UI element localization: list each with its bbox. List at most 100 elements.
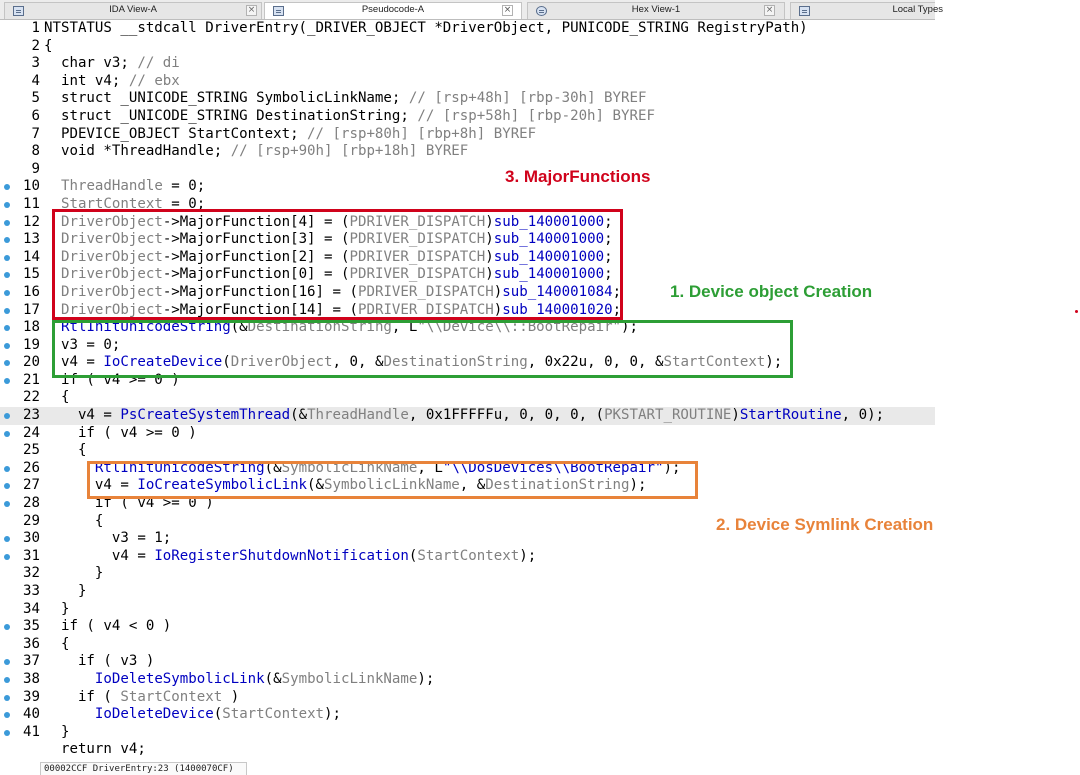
breakpoint-dot-icon[interactable] — [4, 289, 10, 296]
breakpoint-dot-icon[interactable] — [4, 712, 10, 719]
code-line[interactable]: 40 IoDeleteDevice(StartContext); — [0, 706, 935, 724]
code-line[interactable]: return v4; — [0, 741, 935, 759]
code-line[interactable]: 38 IoDeleteSymbolicLink(&SymbolicLinkNam… — [0, 671, 935, 689]
code-line[interactable]: 33 } — [0, 583, 935, 601]
breakpoint-dot-icon[interactable] — [4, 184, 10, 191]
code-line[interactable]: 9 — [0, 161, 935, 179]
code-line[interactable]: 18 RtlInitUnicodeString(&DestinationStri… — [0, 319, 935, 337]
breakpoint-dot-icon[interactable] — [4, 219, 10, 226]
code-line[interactable]: 21 if ( v4 >= 0 ) — [0, 372, 935, 390]
code-text: v4 = IoRegisterShutdownNotification(Star… — [44, 548, 536, 566]
code-text: if ( v4 >= 0 ) — [44, 495, 214, 513]
code-line[interactable]: 26 RtlInitUnicodeString(&SymbolicLinkNam… — [0, 460, 935, 478]
code-text: if ( v4 >= 0 ) — [44, 425, 197, 443]
code-token: PDEVICE_OBJECT StartContext; — [44, 125, 308, 142]
code-line[interactable]: 11 StartContext = 0; — [0, 196, 935, 214]
breakpoint-dot-icon[interactable] — [4, 307, 10, 314]
tab-local-types[interactable]: Local Types — [790, 2, 943, 19]
breakpoint-dot-icon[interactable] — [4, 325, 10, 332]
code-line[interactable]: 6 struct _UNICODE_STRING DestinationStri… — [0, 108, 935, 126]
breakpoint-dot-icon[interactable] — [4, 729, 10, 736]
pseudocode-view[interactable]: 1 NTSTATUS __stdcall DriverEntry(_DRIVER_… — [0, 20, 935, 763]
code-token: StartRoutine — [739, 407, 842, 424]
code-text: { — [44, 442, 87, 460]
breakpoint-dot-icon[interactable] — [4, 676, 10, 683]
code-line[interactable]: 24 if ( v4 >= 0 ) — [0, 425, 935, 443]
code-token: char v3; — [44, 55, 138, 72]
breakpoint-dot-icon[interactable] — [4, 237, 10, 244]
code-text: } — [44, 583, 87, 601]
code-line[interactable]: 25 { — [0, 442, 935, 460]
device-object-annotation: 1. Device object Creation — [670, 282, 873, 301]
code-token: , 0x22u, 0, 0, & — [527, 354, 664, 371]
tab-pseudocode-a[interactable]: Pseudocode-A × — [264, 2, 522, 19]
code-line[interactable]: 19 v3 = 0; — [0, 337, 935, 355]
breakpoint-dot-icon[interactable] — [4, 360, 10, 367]
code-line[interactable]: 5 struct _UNICODE_STRING SymbolicLinkNam… — [0, 90, 935, 108]
code-line[interactable]: 7 PDEVICE_OBJECT StartContext; // [rsp+8… — [0, 126, 935, 144]
code-line[interactable]: 31 v4 = IoRegisterShutdownNotification(S… — [0, 548, 935, 566]
code-line[interactable]: 32 } — [0, 565, 935, 583]
breakpoint-dot-icon[interactable] — [4, 694, 10, 701]
code-token: , L — [417, 459, 443, 476]
code-line[interactable]: 14 DriverObject->MajorFunction[2] = (PDR… — [0, 249, 935, 267]
code-token: DriverObject — [60, 301, 163, 318]
code-line[interactable]: 28 if ( v4 >= 0 ) — [0, 495, 935, 513]
code-line[interactable]: 2{ — [0, 38, 935, 56]
code-line[interactable]: 22 { — [0, 389, 935, 407]
close-icon[interactable]: × — [246, 5, 257, 16]
code-line[interactable]: 17 DriverObject->MajorFunction[14] = (PD… — [0, 302, 935, 320]
code-line[interactable]: 34 } — [0, 601, 935, 619]
code-line[interactable]: 27 v4 = IoCreateSymbolicLink(&SymbolicLi… — [0, 477, 935, 495]
code-token: (& — [230, 319, 248, 336]
code-token: = 0; — [162, 195, 206, 212]
status-bar: 00002CCF DriverEntry:23 (1400070CF) — [40, 762, 247, 775]
code-text: DriverObject->MajorFunction[14] = (PDRIV… — [44, 302, 621, 320]
breakpoint-dot-icon[interactable] — [4, 430, 10, 437]
code-line[interactable]: 1 NTSTATUS __stdcall DriverEntry(_DRIVER_… — [0, 20, 935, 38]
code-line[interactable]: 3 char v3; // di — [0, 55, 935, 73]
code-line[interactable]: 36 { — [0, 636, 935, 654]
code-text: DriverObject->MajorFunction[0] = (PDRIVE… — [44, 266, 613, 284]
code-line[interactable]: 23 v4 = PsCreateSystemThread(&ThreadHand… — [0, 407, 935, 425]
breakpoint-dot-icon[interactable] — [4, 342, 10, 349]
code-token: ThreadHandle — [60, 178, 163, 195]
breakpoint-dot-icon[interactable] — [4, 659, 10, 666]
breakpoint-dot-icon[interactable] — [4, 501, 10, 508]
breakpoint-dot-icon[interactable] — [4, 624, 10, 631]
code-token: struct _UNICODE_STRING SymbolicLinkName; — [44, 90, 409, 107]
code-token: ); — [621, 319, 639, 336]
breakpoint-dot-icon[interactable] — [4, 272, 10, 279]
breakpoint-dot-icon[interactable] — [4, 553, 10, 560]
line-number: 36 — [23, 635, 40, 652]
breakpoint-dot-icon[interactable] — [4, 483, 10, 490]
code-line[interactable]: 37 if ( v3 ) — [0, 653, 935, 671]
tab-hex-view-1[interactable]: Hex View-1 × — [527, 2, 785, 19]
close-icon[interactable]: × — [502, 5, 513, 16]
code-line[interactable]: 41 } — [0, 724, 935, 742]
code-token: ) — [485, 213, 494, 230]
breakpoint-dot-icon[interactable] — [4, 201, 10, 208]
code-line[interactable]: 20 v4 = IoCreateDevice(DriverObject, 0, … — [0, 354, 935, 372]
breakpoint-dot-icon[interactable] — [4, 465, 10, 472]
code-line[interactable]: 39 if ( StartContext ) — [0, 689, 935, 707]
code-token: ; — [612, 283, 622, 300]
code-line[interactable]: 4 int v4; // ebx — [0, 73, 935, 91]
tab-ida-view-a[interactable]: IDA View-A × — [4, 2, 262, 19]
code-text: } — [44, 565, 104, 583]
breakpoint-dot-icon[interactable] — [4, 536, 10, 543]
code-text: void *ThreadHandle; // [rsp+90h] [rbp+18… — [44, 143, 468, 161]
code-line[interactable]: 35 if ( v4 < 0 ) — [0, 618, 935, 636]
code-token: StartContext — [120, 688, 223, 705]
line-number: 20 — [23, 354, 40, 371]
breakpoint-dot-icon[interactable] — [4, 377, 10, 384]
code-line[interactable]: 8 void *ThreadHandle; // [rsp+90h] [rbp+… — [0, 143, 935, 161]
code-line[interactable]: 10 ThreadHandle = 0; — [0, 178, 935, 196]
code-line[interactable]: 13 DriverObject->MajorFunction[3] = (PDR… — [0, 231, 935, 249]
breakpoint-dot-icon[interactable] — [4, 254, 10, 261]
code-token: if ( v4 < 0 ) — [44, 618, 172, 635]
code-line[interactable]: 12 DriverObject->MajorFunction[4] = (PDR… — [0, 214, 935, 232]
breakpoint-dot-icon[interactable] — [4, 413, 10, 420]
close-icon[interactable]: × — [764, 5, 775, 16]
